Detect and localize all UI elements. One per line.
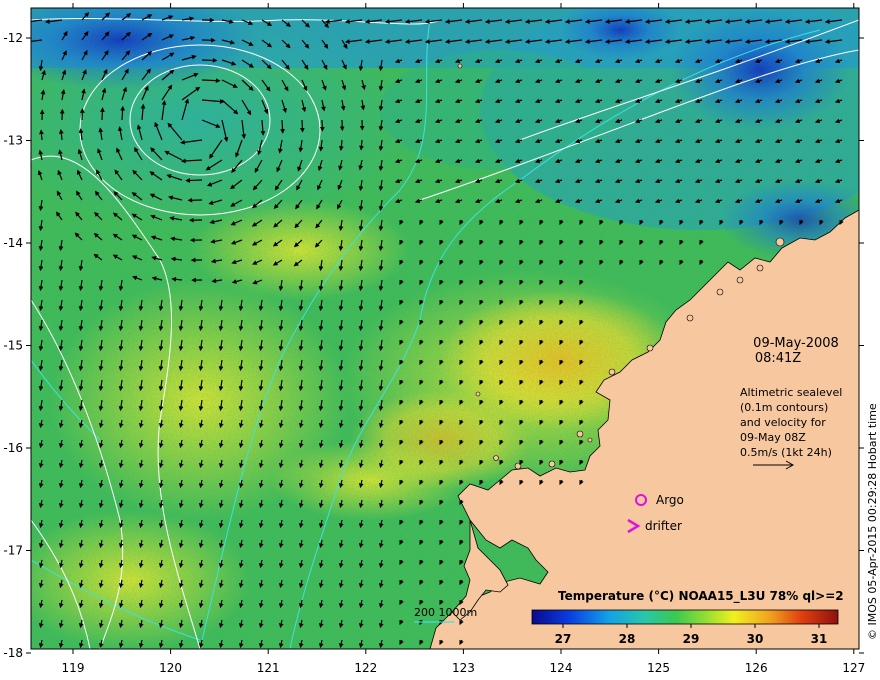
- map-time: 08:41Z: [755, 351, 801, 366]
- colorbar-tick-label: 28: [619, 632, 636, 646]
- x-tick-label: 124: [550, 661, 573, 675]
- sst-map: 119 120 121 122 123 124 125 126 127 -12 -13 -14 -15…: [3, 3, 879, 675]
- x-tick-label: 126: [745, 661, 768, 675]
- velocity-arrow: [185, 178, 203, 183]
- colorbar-tick-label: 27: [555, 632, 572, 646]
- y-tick-label: -15: [3, 339, 23, 353]
- altimetry-line-1: Altimetric sealevel: [740, 386, 842, 399]
- velocity-arrow: [201, 78, 221, 84]
- altimetry-line-5: 0.5m/s (1kt 24h): [740, 446, 832, 459]
- velocity-arrow: [100, 107, 105, 121]
- altimetry-line-3: and velocity for: [740, 416, 826, 429]
- y-tick-label: -13: [3, 134, 23, 148]
- velocity-arrow: [120, 105, 125, 121]
- plot-area: [31, 8, 859, 649]
- y-tick-label: -17: [3, 544, 23, 558]
- map-date: 09-May-2008: [753, 336, 839, 351]
- argo-label: Argo: [656, 493, 684, 507]
- colorbar-tick-label: 31: [811, 632, 828, 646]
- altimetry-line-4: 09-May 08Z: [740, 431, 806, 444]
- velocity-arrow: [280, 119, 285, 134]
- y-tick-label: -18: [3, 646, 23, 660]
- altimetry-line-2: (0.1m contours): [740, 401, 828, 414]
- colorbar-tick-label: 30: [747, 632, 764, 646]
- colorbar-tick-label: 29: [683, 632, 700, 646]
- x-tick-label: 121: [257, 661, 280, 675]
- x-tick-label: 122: [354, 661, 377, 675]
- x-tick-label: 119: [62, 661, 85, 675]
- x-tick-label: 125: [647, 661, 670, 675]
- y-tick-label: -12: [3, 31, 23, 45]
- velocity-arrow: [299, 119, 305, 133]
- y-tick-label: -16: [3, 441, 23, 455]
- colorbar-gradient: [531, 609, 839, 625]
- depth-legend-label: 200 1000m: [414, 606, 477, 619]
- y-tick-label: -14: [3, 236, 23, 250]
- credit-text: © IMOS 05-Apr-2015 00:29:28 Hobart time: [866, 403, 879, 640]
- x-tick-label: 120: [159, 661, 182, 675]
- x-tick-label: 123: [452, 661, 475, 675]
- colorbar-title: Temperature (°C) NOAA15_L3U 78% ql>=2: [558, 589, 844, 604]
- x-tick-label: 127: [842, 661, 865, 675]
- drifter-label: drifter: [645, 519, 682, 533]
